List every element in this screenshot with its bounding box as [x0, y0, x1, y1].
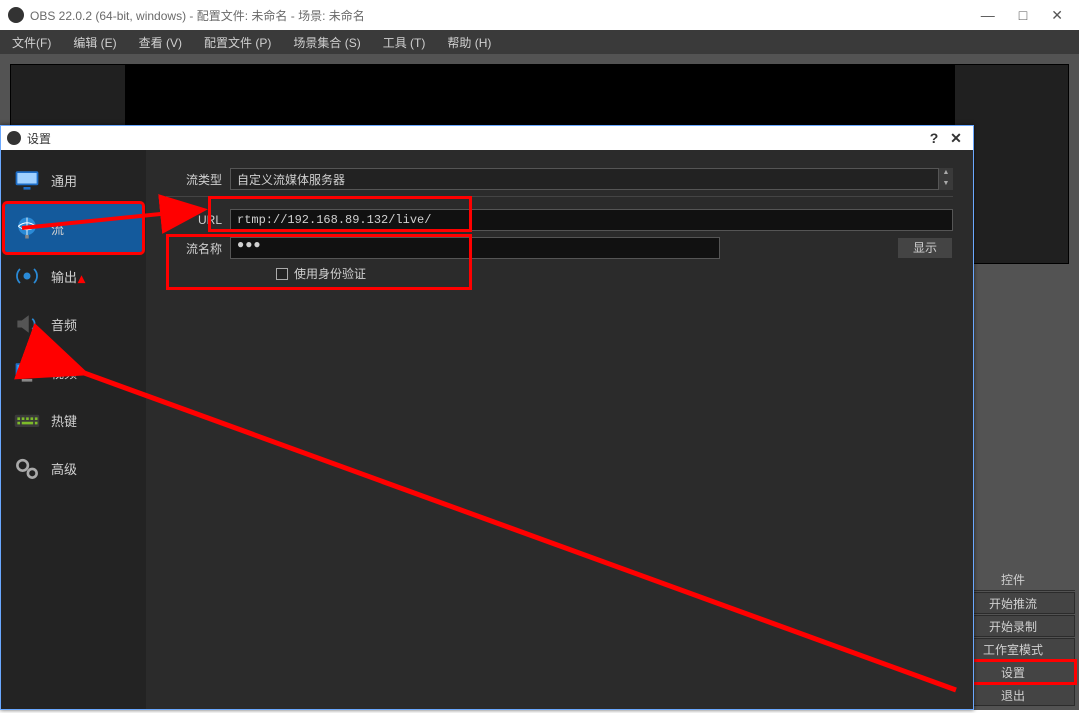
obs-logo-icon: [8, 7, 24, 23]
close-button[interactable]: ✕: [1051, 7, 1063, 24]
minimize-button[interactable]: —: [981, 7, 995, 24]
gears-icon: [11, 454, 43, 482]
speaker-icon: [11, 310, 43, 338]
sidebar-label: 流: [51, 219, 64, 238]
stream-type-value: 自定义流媒体服务器: [237, 171, 345, 188]
keyboard-icon: [11, 406, 43, 434]
sidebar-item-video[interactable]: 视频: [5, 348, 142, 396]
settings-content: 流类型 自定义流媒体服务器 ▲▼ URL 流名称 ●●● 显示 使用身份验证: [146, 150, 973, 709]
select-spinner[interactable]: ▲▼: [939, 168, 953, 190]
dialog-titlebar: 设置 ? ✕: [1, 126, 973, 150]
sidebar-label: 输出: [51, 267, 77, 286]
globe-icon: [11, 214, 43, 242]
menu-profiles[interactable]: 配置文件 (P): [198, 32, 277, 53]
display-icon: [11, 358, 43, 386]
dialog-title: 设置: [27, 130, 923, 147]
obs-logo-icon: [7, 131, 21, 145]
maximize-button[interactable]: □: [1019, 7, 1027, 24]
annotation-arrow-long: [56, 350, 976, 713]
menu-file[interactable]: 文件(F): [6, 32, 57, 53]
sidebar-label: 视频: [51, 363, 77, 382]
sidebar-item-advanced[interactable]: 高级: [5, 444, 142, 492]
sidebar-item-hotkeys[interactable]: 热键: [5, 396, 142, 444]
menu-tools[interactable]: 工具 (T): [377, 32, 432, 53]
sidebar-item-general[interactable]: 通用: [5, 156, 142, 204]
menubar: 文件(F) 编辑 (E) 查看 (V) 配置文件 (P) 场景集合 (S) 工具…: [0, 30, 1079, 54]
main-title: OBS 22.0.2 (64-bit, windows) - 配置文件: 未命名…: [30, 7, 981, 24]
annotation-caret: ▴: [78, 270, 85, 287]
stream-type-select[interactable]: 自定义流媒体服务器: [230, 168, 939, 190]
sidebar-item-audio[interactable]: 音频: [5, 300, 142, 348]
monitor-icon: [11, 166, 43, 194]
help-button[interactable]: ?: [923, 130, 945, 146]
menu-scenes[interactable]: 场景集合 (S): [287, 32, 366, 53]
menu-help[interactable]: 帮助 (H): [441, 32, 497, 53]
broadcast-icon: [11, 262, 43, 290]
sidebar-label: 热键: [51, 411, 77, 430]
menu-edit[interactable]: 编辑 (E): [67, 32, 122, 53]
settings-dialog: 设置 ? ✕ 通用 流 输出: [0, 125, 974, 710]
show-key-button[interactable]: 显示: [897, 237, 953, 259]
settings-sidebar: 通用 流 输出 音频: [1, 150, 146, 709]
sidebar-label: 音频: [51, 315, 77, 334]
sidebar-label: 通用: [51, 171, 77, 190]
annotation-box-key: [166, 234, 472, 290]
sidebar-item-stream[interactable]: 流: [5, 204, 142, 252]
menu-view[interactable]: 查看 (V): [133, 32, 188, 53]
main-titlebar: OBS 22.0.2 (64-bit, windows) - 配置文件: 未命名…: [0, 0, 1079, 30]
dialog-close-button[interactable]: ✕: [945, 130, 967, 147]
sidebar-item-output[interactable]: 输出: [5, 252, 142, 300]
sidebar-label: 高级: [51, 459, 77, 478]
stream-type-label: 流类型: [166, 171, 230, 188]
annotation-box-url: [208, 196, 472, 232]
